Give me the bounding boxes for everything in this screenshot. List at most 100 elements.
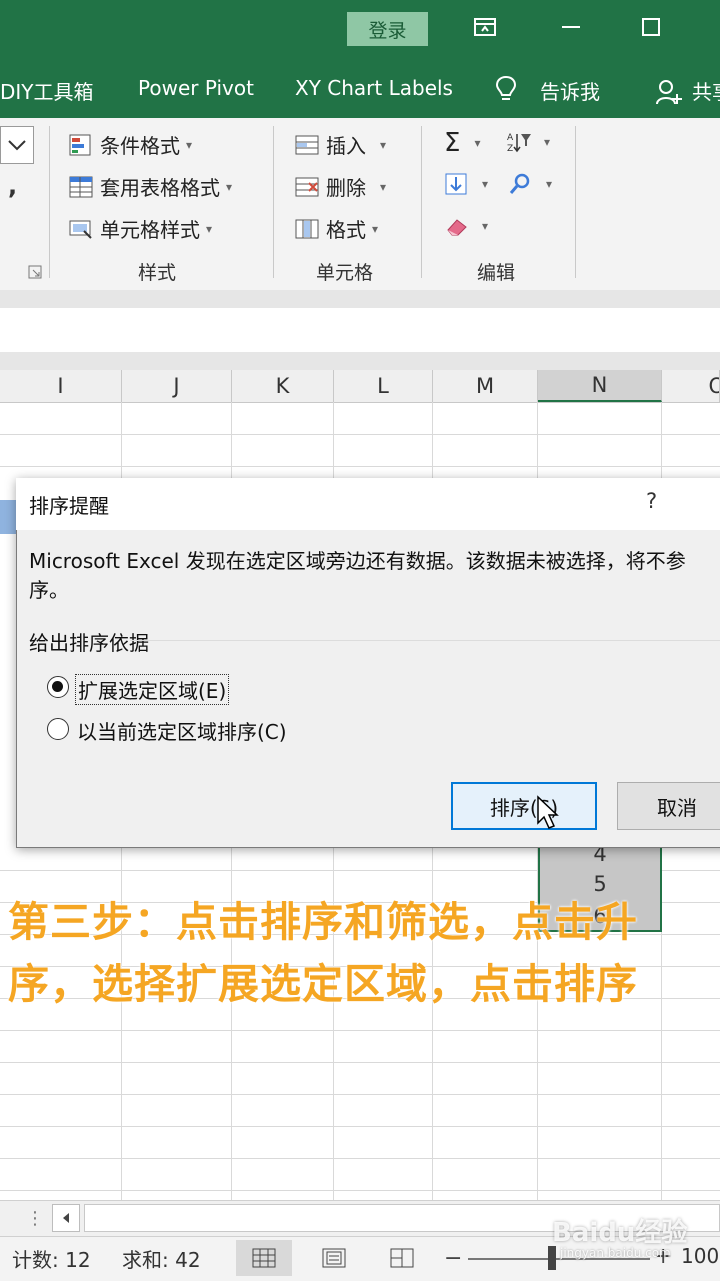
tab-share[interactable]: 共享 [692,76,720,105]
column-header-j[interactable]: J [122,370,232,402]
find-search-icon [508,172,534,196]
grid-line [0,434,720,435]
editing-group-label: 编辑 [477,262,516,284]
grid-line [0,1062,720,1063]
format-button[interactable]: 格式 ▾ [294,214,378,243]
sort-button[interactable]: 排序(S) [451,782,597,830]
number-format-dropdown[interactable] [0,126,34,164]
dialog-message-line-1: Microsoft Excel 发现在选定区域旁边还有数据。该数据未被选择，将不… [29,549,686,573]
maximize-icon[interactable] [638,14,664,40]
page-break-view-button[interactable] [374,1240,430,1276]
sort-filter-button[interactable]: A Z ▾ [506,130,550,154]
sigma-icon: Σ [444,128,461,158]
zoom-out-button[interactable]: − [444,1246,462,1271]
autosum-button[interactable]: Σ ▾ [444,128,480,158]
styles-group-label: 样式 [138,262,177,284]
tab-xy-chart-labels[interactable]: XY Chart Labels [295,76,453,100]
ribbon-gap [0,290,720,308]
conditional-formatting-icon [68,133,94,157]
cancel-button[interactable]: 取消 [617,782,720,830]
normal-view-icon [252,1248,276,1268]
comma-style-icon[interactable]: , [8,172,17,200]
conditional-formatting-button[interactable]: 条件格式 ▾ [68,130,192,159]
cell-styles-button[interactable]: 单元格样式 ▾ [68,214,212,243]
eraser-icon [444,214,470,238]
clear-button[interactable]: ▾ [444,214,488,238]
column-header-o[interactable]: O [662,370,720,402]
fill-down-icon [444,172,470,196]
page-break-icon [390,1248,414,1268]
minimize-icon[interactable] [558,14,584,40]
formula-bar[interactable] [0,308,720,353]
insert-cells-icon [294,133,320,157]
column-header-i[interactable]: I [0,370,122,402]
dialog-launcher-icon[interactable] [28,264,42,283]
zoom-slider-thumb[interactable] [548,1246,556,1270]
dialog-title-bar[interactable] [16,478,720,530]
ribbon-separator [421,126,422,278]
baidu-watermark-url: jingyan.baidu.com [560,1246,671,1260]
tell-me-search[interactable]: 告诉我 [540,76,600,105]
cell-styles-label: 单元格样式 [100,218,200,242]
format-cells-icon [294,217,320,241]
delete-cells-icon [294,175,320,199]
group-divider [130,640,720,641]
svg-text:Z: Z [507,144,513,154]
help-button[interactable]: ? [646,489,657,513]
ribbon-display-options-icon[interactable] [472,14,498,40]
row-selection-marker [0,500,16,534]
grid-line [0,1126,720,1127]
dialog-title: 排序提醒 [29,494,109,518]
delete-label: 删除 [326,176,366,200]
format-as-table-label: 套用表格格式 [100,176,220,200]
tab-split-handle-icon[interactable]: ⋮ [26,1208,44,1229]
tab-diy-toolbox[interactable]: DIY工具箱 [0,76,94,105]
sort-filter-icon: AZ [506,130,532,154]
page-layout-icon [322,1248,346,1268]
normal-view-button[interactable] [236,1240,292,1276]
format-label: 格式 [326,218,366,242]
sort-basis-group-label: 给出排序依据 [29,631,149,655]
delete-button[interactable]: 删除 ▾ [294,172,386,201]
expand-selection-radio[interactable] [47,676,69,698]
expand-selection-label[interactable]: 扩展选定区域(E) [75,674,230,705]
find-select-button[interactable]: ▾ [508,172,552,196]
ribbon-separator [575,126,576,278]
status-sum: 求和: 42 [122,1248,201,1272]
cells-group-label: 单元格 [316,262,374,284]
scroll-left-button[interactable] [52,1204,80,1232]
tutorial-caption-line-1: 第三步：点击排序和筛选，点击升 [8,898,638,946]
column-header-m[interactable]: M [433,370,538,402]
radio-selected-dot [52,681,63,692]
grid-line [0,1030,720,1031]
baidu-watermark: Baidu经验 [552,1218,688,1248]
login-button[interactable]: 登录 [347,12,428,46]
current-selection-label[interactable]: 以当前选定区域排序(C) [77,716,287,745]
column-header-o-label: O [708,374,719,398]
column-header-k[interactable]: K [232,370,334,402]
format-as-table-icon [68,175,94,199]
grid-line [0,1158,720,1159]
page-layout-view-button[interactable] [306,1240,362,1276]
share-user-icon[interactable] [655,78,683,110]
column-header-n[interactable]: N [538,370,662,402]
current-selection-radio[interactable] [47,718,69,740]
column-header-l[interactable]: L [334,370,433,402]
sort-warning-dialog [16,478,720,848]
dialog-message-line-2: 序。 [29,578,69,602]
tab-power-pivot[interactable]: Power Pivot [138,76,254,100]
formula-gap [0,352,720,370]
format-as-table-button[interactable]: 套用表格格式 ▾ [68,172,232,201]
fill-button[interactable]: ▾ [444,172,488,196]
insert-button[interactable]: 插入 ▾ [294,130,386,159]
tutorial-caption-line-2: 序，选择扩展选定区域，点击排序 [8,960,638,1008]
cell-styles-icon [68,217,94,241]
mouse-cursor-icon [536,795,562,835]
status-count: 计数: 12 [12,1248,91,1272]
insert-label: 插入 [326,134,366,158]
conditional-formatting-label: 条件格式 [100,134,180,158]
ribbon-separator [49,126,50,278]
grid-line [0,1190,720,1191]
ribbon-separator [273,126,274,278]
grid-line [0,1094,720,1095]
